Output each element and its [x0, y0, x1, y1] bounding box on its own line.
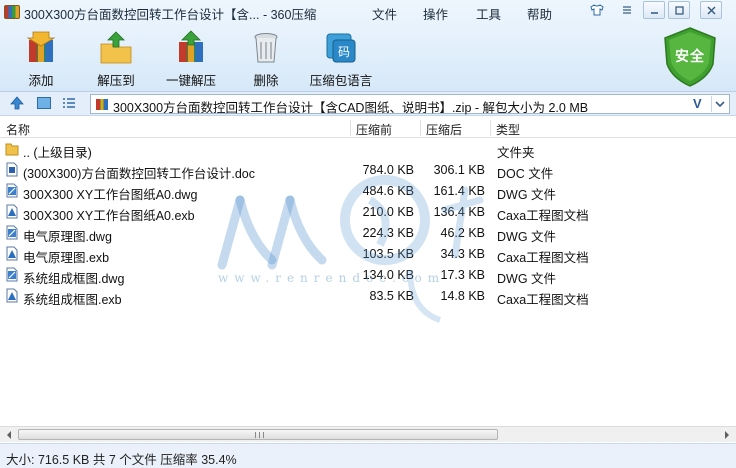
archive-language-label: 压缩包语言 [309, 74, 373, 88]
column-divider[interactable] [420, 120, 421, 136]
exb-file-icon [6, 204, 18, 219]
file-size: 103.5 KB [362, 247, 414, 261]
minimize-icon [651, 12, 658, 14]
chevron-down-icon [715, 101, 725, 108]
dwg-file-icon [6, 183, 18, 198]
status-bar: 大小: 716.5 KB 共 7 个文件 压缩率 35.4% [0, 443, 736, 468]
extract-folder-icon [100, 31, 132, 64]
add-label: 添加 [28, 74, 54, 88]
scroll-right-icon[interactable] [719, 428, 735, 442]
minimize-button[interactable] [643, 1, 665, 19]
archive-language-button[interactable]: 码 压缩包语言 [309, 28, 373, 88]
scroll-left-icon[interactable] [1, 428, 17, 442]
maximize-button[interactable] [668, 1, 690, 19]
file-row[interactable]: 系统组成框图.exb 83.5 KB 14.8 KB Caxa工程图文档 [0, 285, 736, 307]
delete-label: 删除 [253, 74, 279, 88]
app-icon [4, 5, 20, 19]
menu-dropdown-button[interactable] [616, 1, 638, 19]
add-archive-icon [26, 31, 56, 62]
file-row[interactable]: .. (上级目录) 文件夹 [0, 138, 736, 160]
exb-file-icon [6, 246, 18, 261]
list-view-icon[interactable] [61, 95, 77, 111]
column-header-row: 名称 压缩前 压缩后 类型 [0, 118, 736, 138]
file-row[interactable]: 300X300 XY工作台图纸A0.dwg 484.6 KB 161.4 KB … [0, 180, 736, 202]
file-name: 系统组成框图.exb [23, 293, 122, 307]
exb-file-icon [6, 288, 18, 303]
address-v-mark: V [693, 96, 702, 111]
file-row[interactable]: 电气原理图.dwg 224.3 KB 46.2 KB DWG 文件 [0, 222, 736, 244]
add-button[interactable]: 添加 [9, 28, 73, 88]
file-packed-size: 306.1 KB [433, 163, 485, 177]
file-size: 224.3 KB [362, 226, 414, 240]
skin-button[interactable] [585, 1, 607, 19]
maximize-icon [675, 6, 684, 15]
file-packed-size: 136.4 KB [433, 205, 485, 219]
dwg-file-icon [6, 267, 18, 282]
security-badge-label: 安全 [675, 48, 705, 64]
column-divider[interactable] [490, 120, 491, 136]
watermark-url: www.renrendoc.com [218, 271, 446, 285]
shirt-icon [590, 4, 604, 16]
window-title: 300X300方台面数控回转工作台设计【含... - 360压缩 [24, 8, 317, 22]
menu-help[interactable]: 帮助 [527, 4, 552, 23]
zip-archive-icon [96, 99, 108, 110]
address-path: 300X300方台面数控回转工作台设计【含CAD图纸、说明书】.zip - 解包… [113, 101, 589, 115]
title-bar: 300X300方台面数控回转工作台设计【含... - 360压缩 文件 操作 工… [0, 0, 736, 24]
column-name[interactable]: 名称 [6, 121, 30, 138]
folder-icon [5, 143, 19, 156]
language-icon-text: 码 [338, 45, 350, 59]
address-dropdown[interactable] [711, 96, 729, 112]
file-size: 484.6 KB [362, 184, 414, 198]
extract-to-button[interactable]: 解压到 [84, 28, 148, 88]
grip-icon [255, 432, 264, 438]
file-row[interactable]: 300X300 XY工作台图纸A0.exb 210.0 KB 136.4 KB … [0, 201, 736, 223]
extract-to-label: 解压到 [97, 74, 135, 88]
doc-file-icon [6, 162, 18, 177]
trash-icon [254, 33, 278, 63]
file-size: 784.0 KB [362, 163, 414, 177]
one-click-extract-icon [179, 30, 203, 62]
thumbnail-view-icon[interactable] [36, 95, 52, 111]
file-size: 210.0 KB [362, 205, 414, 219]
scrollbar-thumb[interactable] [18, 429, 498, 440]
file-packed-size: 46.2 KB [440, 226, 485, 240]
dwg-file-icon [6, 225, 18, 240]
file-row[interactable]: 电气原理图.exb 103.5 KB 34.3 KB Caxa工程图文档 [0, 243, 736, 265]
title-toolbar-area: 300X300方台面数控回转工作台设计【含... - 360压缩 文件 操作 工… [0, 0, 736, 92]
status-summary: 大小: 716.5 KB 共 7 个文件 压缩率 35.4% [6, 453, 237, 467]
one-click-extract-label: 一键解压 [165, 74, 216, 88]
column-type[interactable]: 类型 [496, 121, 520, 138]
column-divider[interactable] [350, 120, 351, 136]
up-arrow-icon[interactable] [9, 95, 25, 111]
file-packed-size: 161.4 KB [433, 184, 485, 198]
address-bar: 300X300方台面数控回转工作台设计【含CAD图纸、说明书】.zip - 解包… [0, 92, 736, 116]
file-size: 83.5 KB [369, 289, 414, 303]
file-packed-size: 34.3 KB [440, 247, 485, 261]
file-packed-size: 14.8 KB [440, 289, 485, 303]
menu-actions[interactable]: 操作 [423, 4, 448, 23]
menu-tools[interactable]: 工具 [476, 4, 501, 23]
horizontal-scrollbar[interactable] [0, 426, 736, 442]
column-packed[interactable]: 压缩后 [426, 121, 462, 138]
close-button[interactable] [700, 1, 722, 19]
menu-lines-icon [623, 6, 631, 14]
one-click-extract-button[interactable]: 一键解压 [159, 28, 223, 88]
close-icon [707, 6, 716, 15]
column-size[interactable]: 压缩前 [356, 121, 392, 138]
address-field[interactable]: 300X300方台面数控回转工作台设计【含CAD图纸、说明书】.zip - 解包… [90, 94, 730, 115]
menu-file[interactable]: 文件 [372, 4, 397, 23]
delete-button[interactable]: 删除 [234, 28, 298, 88]
file-type: Caxa工程图文档 [497, 293, 589, 307]
language-icon: 码 [326, 33, 356, 63]
file-row[interactable]: (300X300)方台面数控回转工作台设计.doc 784.0 KB 306.1… [0, 159, 736, 181]
